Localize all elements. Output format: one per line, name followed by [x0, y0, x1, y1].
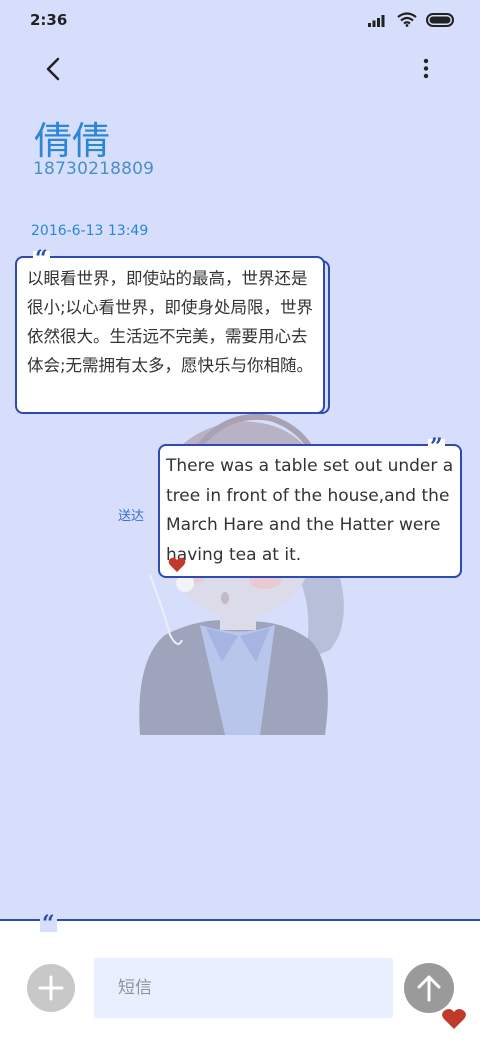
battery-icon [426, 12, 454, 27]
arrow-up-icon [417, 975, 441, 1002]
back-arrow-icon [46, 57, 60, 81]
outgoing-message-text: There was a table set out under a tree i… [166, 456, 454, 565]
heart-icon [168, 557, 186, 572]
contact-phone[interactable]: 18730218809 [33, 159, 154, 179]
incoming-message-bubble[interactable]: 以眼看世界，即使站的最高，世界还是很小;以心看世界，即使身处局限，世界依然很大。… [15, 256, 325, 414]
delivery-status: 送达 [118, 509, 145, 524]
heart-icon [442, 1009, 466, 1029]
contact-name: 倩倩 [34, 119, 111, 163]
quote-icon: ” [428, 434, 445, 460]
composer-divider [0, 919, 480, 921]
quote-icon: “ [40, 911, 57, 937]
more-options-button[interactable] [416, 54, 436, 84]
message-input[interactable] [94, 958, 393, 1018]
send-button[interactable] [404, 963, 454, 1013]
status-bar: 2:36 [0, 0, 480, 40]
status-time: 2:36 [30, 11, 68, 29]
outgoing-message-bubble[interactable]: There was a table set out under a tree i… [158, 444, 462, 578]
more-vert-icon [423, 58, 429, 79]
status-icons [368, 12, 456, 27]
incoming-message-text: 以眼看世界，即使站的最高，世界还是很小;以心看世界，即使身处局限，世界依然很大。… [27, 269, 314, 375]
message-timestamp: 2016-6-13 13:49 [31, 223, 149, 239]
quote-icon: “ [33, 246, 50, 272]
signal-icon [368, 14, 385, 27]
wifi-icon [397, 12, 417, 27]
plus-icon [38, 975, 64, 1001]
back-button[interactable] [40, 54, 68, 84]
add-attachment-button[interactable] [27, 964, 75, 1012]
screen: 2:36 倩倩 18730218809 2016-6-13 13:49 以眼看世… [0, 0, 480, 1040]
